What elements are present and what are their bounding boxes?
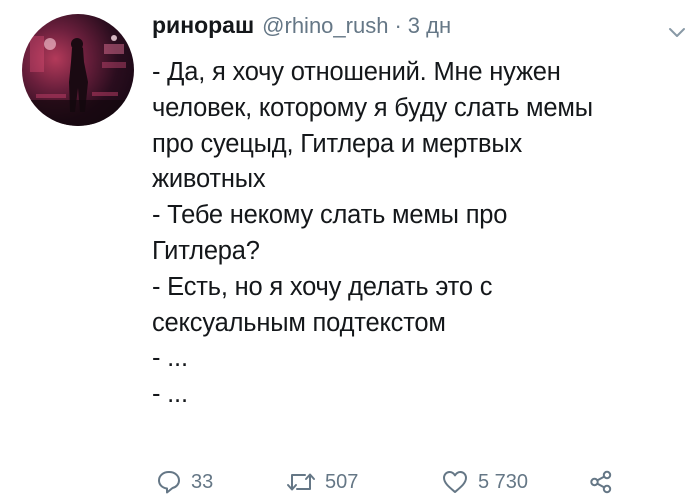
tweet-text-line: Гитлера? — [152, 236, 260, 265]
share-icon — [588, 469, 614, 495]
chevron-down-icon[interactable] — [668, 26, 686, 38]
user-handle[interactable]: @rhino_rush — [262, 13, 388, 39]
timestamp[interactable]: 3 дн — [408, 13, 451, 39]
tweet-text-line: человек, которому я буду слать мемы — [152, 93, 593, 122]
display-name[interactable]: ринораш — [152, 12, 254, 39]
tweet-text-line: - ... — [152, 344, 188, 373]
tweet-header: ринораш @rhino_rush · 3 дн — [152, 12, 451, 46]
like-button[interactable]: 5 730 — [441, 466, 528, 498]
tweet-text-line: сексуальным подтекстом — [152, 308, 446, 337]
retweet-icon — [286, 469, 316, 495]
retweet-count: 507 — [325, 470, 359, 493]
tweet-text: - Да, я хочу отношений. Мне нужен челове… — [152, 55, 682, 413]
tweet: ринораш @rhino_rush · 3 дн - Да, я хочу … — [0, 0, 697, 503]
avatar[interactable] — [22, 14, 134, 126]
tweet-actions: 33 507 5 730 — [152, 466, 682, 498]
reply-count: 33 — [191, 470, 214, 493]
tweet-text-line: - Есть, но я хочу делать это с — [152, 272, 493, 301]
share-button[interactable] — [588, 466, 614, 498]
tweet-text-line: животных — [152, 165, 266, 194]
reply-button[interactable]: 33 — [156, 466, 213, 498]
reply-icon — [156, 469, 182, 495]
tweet-text-line: - Тебе некому слать мемы про — [152, 201, 508, 230]
retweet-button[interactable]: 507 — [286, 466, 358, 498]
like-count: 5 730 — [478, 470, 529, 493]
separator: · — [394, 13, 402, 38]
heart-icon — [441, 469, 469, 495]
tweet-text-line: - Да, я хочу отношений. Мне нужен — [152, 58, 561, 86]
tweet-text-line: - ... — [152, 380, 188, 409]
tweet-text-line: про суецыд, Гитлера и мертвых — [152, 129, 523, 158]
